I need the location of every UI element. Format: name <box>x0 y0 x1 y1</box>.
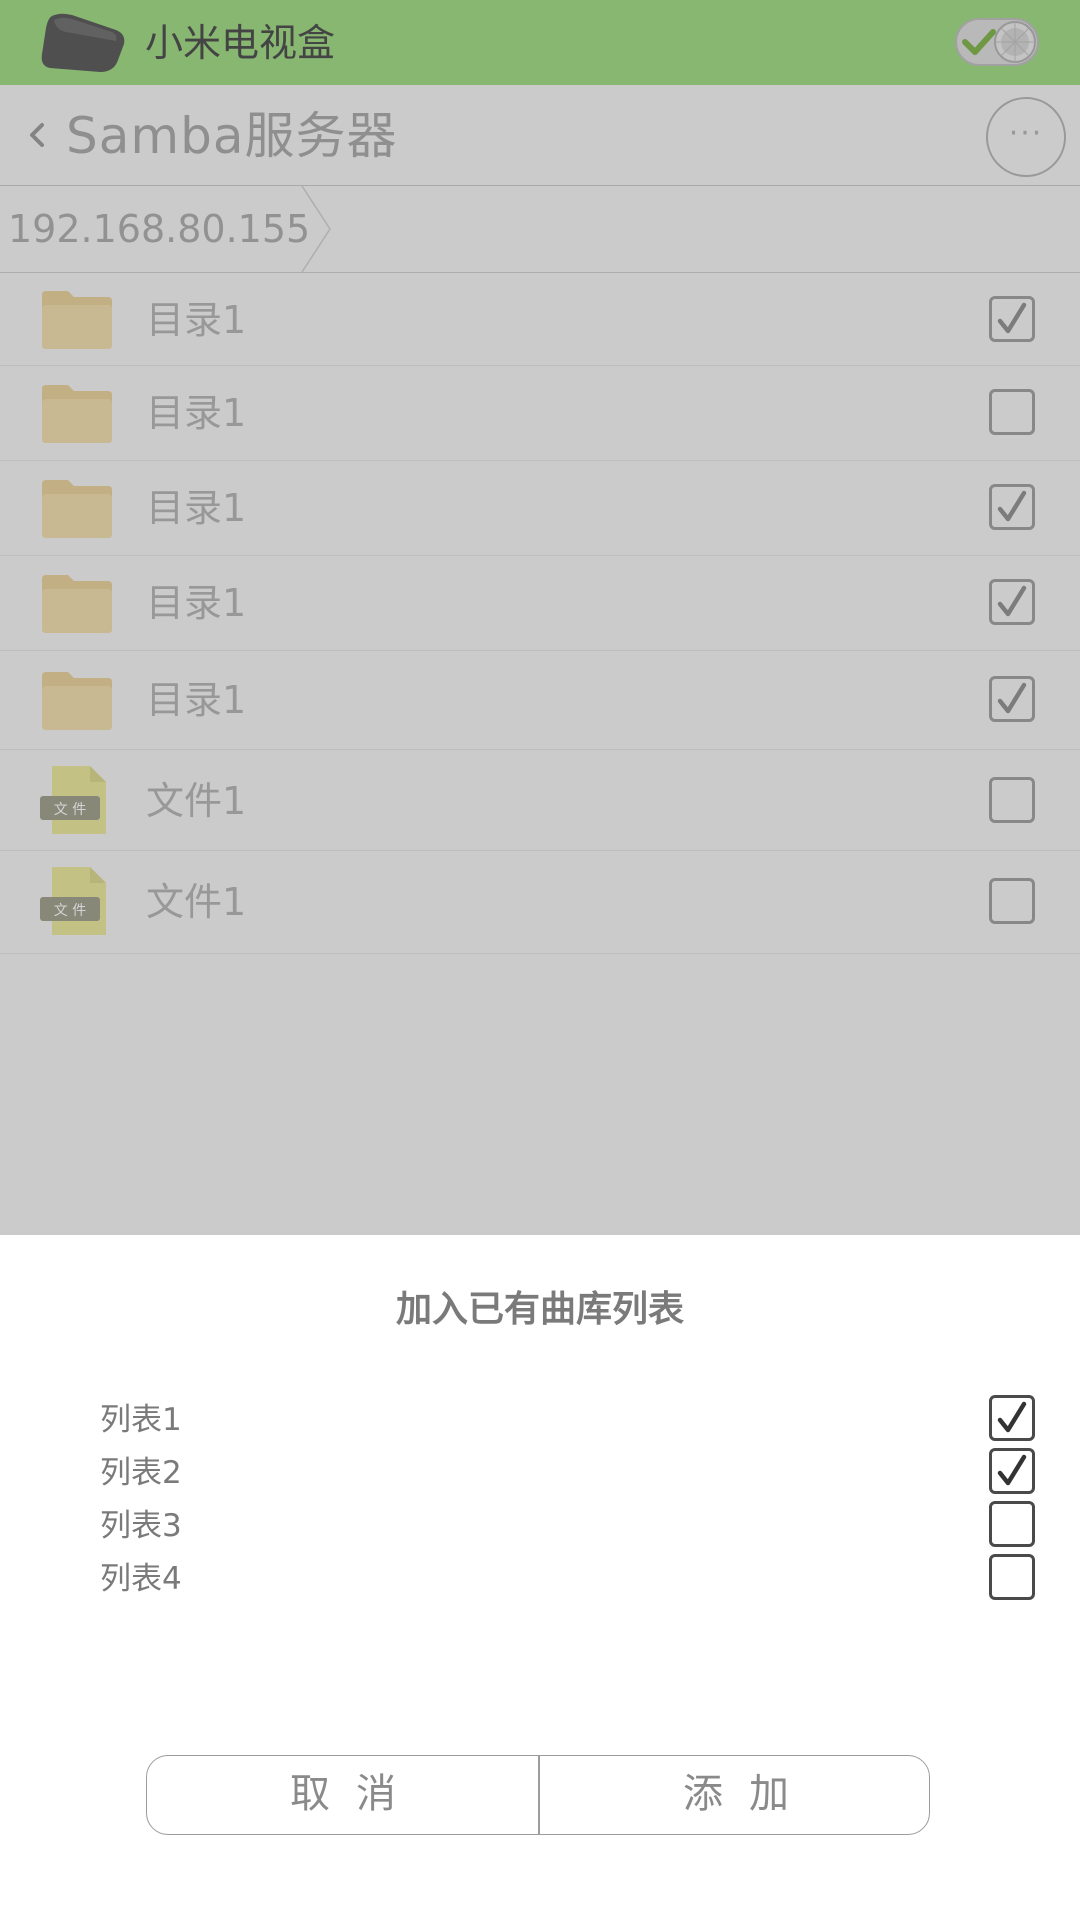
playlist-option[interactable]: 列表3 <box>0 1501 1080 1553</box>
playlist-option[interactable]: 列表4 <box>0 1554 1080 1606</box>
playlist-option[interactable]: 列表2 <box>0 1448 1080 1500</box>
add-button[interactable]: 添加 <box>540 1756 929 1833</box>
cancel-button[interactable]: 取消 <box>147 1756 539 1833</box>
add-to-library-dialog: 加入已有曲库列表 列表1 列表2 列表3 列表4 取消 添加 <box>0 1235 1080 1920</box>
option-label: 列表2 <box>100 1455 182 1491</box>
checkmark-icon <box>997 1401 1027 1433</box>
option-checkbox[interactable] <box>989 1448 1035 1494</box>
option-checkbox[interactable] <box>989 1554 1035 1600</box>
option-checkbox[interactable] <box>989 1501 1035 1547</box>
option-label: 列表1 <box>100 1402 182 1438</box>
checkmark-icon <box>997 1454 1027 1486</box>
option-label: 列表4 <box>100 1561 182 1597</box>
modal-backdrop[interactable] <box>0 0 1080 1235</box>
option-checkbox[interactable] <box>989 1395 1035 1441</box>
dialog-title: 加入已有曲库列表 <box>395 1289 684 1330</box>
dialog-buttons: 取消 添加 <box>146 1755 930 1835</box>
option-label: 列表3 <box>100 1508 182 1544</box>
playlist-option[interactable]: 列表1 <box>0 1395 1080 1447</box>
